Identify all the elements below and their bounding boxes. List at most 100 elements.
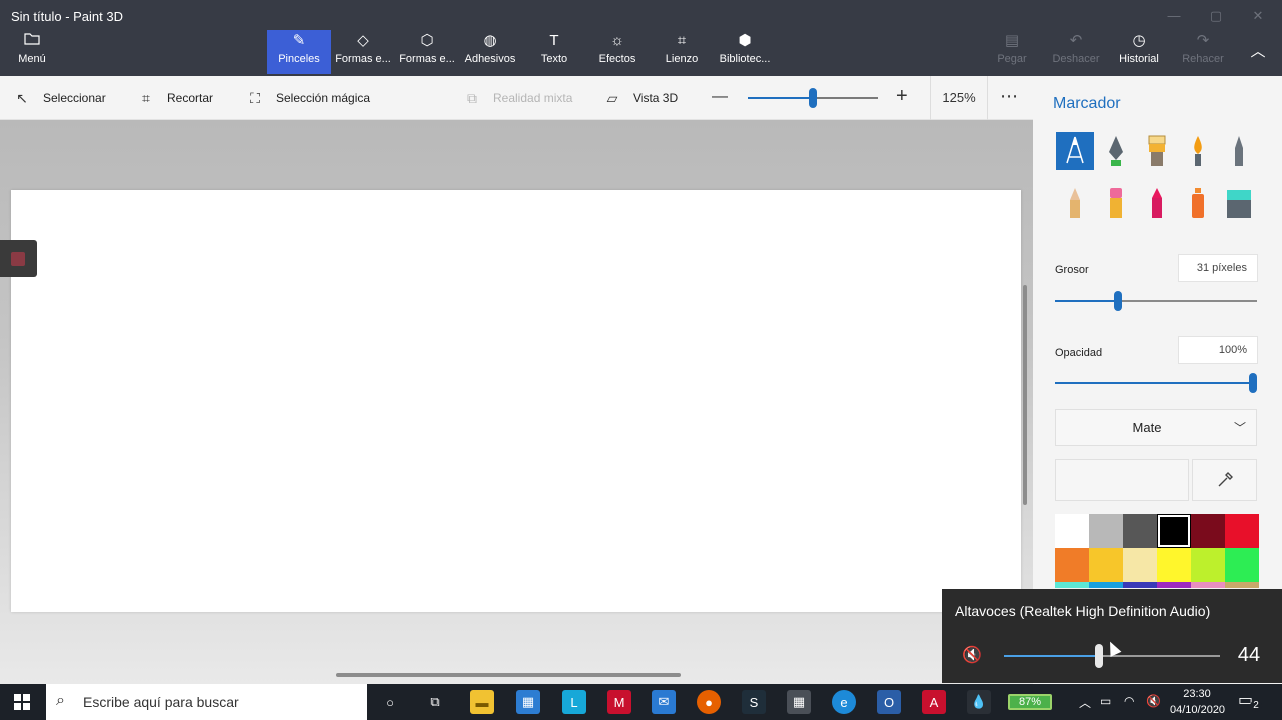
task-view-icon[interactable]: ⧉: [423, 690, 447, 714]
zoom-slider-thumb[interactable]: [809, 88, 817, 108]
color-swatch[interactable]: [1191, 514, 1225, 548]
vertical-scrollbar[interactable]: [1023, 285, 1027, 505]
firefox-icon[interactable]: ●: [697, 690, 721, 714]
select-button[interactable]: ↖ Seleccionar: [13, 76, 106, 120]
panel-title: Marcador: [1053, 95, 1121, 112]
chevron-up-icon[interactable]: ︿: [1079, 694, 1091, 711]
view-3d-button[interactable]: ▱ Vista 3D: [603, 76, 679, 120]
zoom-out-icon[interactable]: —: [712, 88, 728, 106]
tab-effects[interactable]: ☼ Efectos: [591, 30, 643, 74]
color-swatch[interactable]: [1055, 582, 1089, 588]
tab-3d-shapes[interactable]: ⬡ Formas e...: [397, 30, 457, 74]
marker-brush[interactable]: [1056, 132, 1094, 170]
thickness-slider[interactable]: [1055, 291, 1257, 311]
maximize-icon[interactable]: ▢: [1206, 6, 1226, 26]
minimize-icon[interactable]: —: [1164, 6, 1184, 26]
horizontal-scrollbar[interactable]: [336, 673, 681, 677]
battery-icon[interactable]: ▭: [1100, 694, 1111, 708]
mixed-reality-button[interactable]: ⧉ Realidad mixta: [463, 76, 572, 120]
battery-indicator[interactable]: 87%: [1008, 694, 1052, 710]
clock[interactable]: 23:30 04/10/2020: [1170, 686, 1225, 718]
selected-color-preview[interactable]: [1055, 459, 1189, 501]
color-swatch[interactable]: [1157, 548, 1191, 582]
acrobat-icon[interactable]: A: [922, 690, 946, 714]
color-swatch[interactable]: [1225, 514, 1259, 548]
tab-stickers[interactable]: ◍ Adhesivos: [460, 30, 520, 74]
oil-brush[interactable]: [1138, 132, 1176, 170]
watercolor-brush[interactable]: [1179, 132, 1217, 170]
outlook-icon[interactable]: O: [877, 690, 901, 714]
color-swatch[interactable]: [1157, 582, 1191, 588]
tab-2d-shapes[interactable]: ◇ Formas e...: [333, 30, 393, 74]
color-swatch[interactable]: [1055, 514, 1089, 548]
drawing-canvas[interactable]: [11, 190, 1021, 612]
mcafee-icon[interactable]: M: [607, 690, 631, 714]
color-swatch[interactable]: [1089, 548, 1123, 582]
close-icon[interactable]: ✕: [1248, 6, 1268, 26]
color-swatch[interactable]: [1089, 582, 1123, 588]
pixel-pen-brush[interactable]: [1220, 132, 1258, 170]
color-swatch[interactable]: [1157, 514, 1191, 548]
color-swatch-floating[interactable]: [0, 240, 37, 277]
start-button[interactable]: [0, 684, 44, 720]
file-explorer-icon[interactable]: ▬: [470, 690, 494, 714]
undo-button[interactable]: ↶ Deshacer: [1048, 30, 1104, 74]
wifi-icon[interactable]: ◠: [1124, 694, 1134, 708]
color-swatch[interactable]: [1191, 548, 1225, 582]
color-swatch[interactable]: [1123, 514, 1157, 548]
magic-select-button[interactable]: ⛶ Selección mágica: [246, 76, 370, 120]
calligraphy-pen-brush[interactable]: [1097, 132, 1135, 170]
thickness-input[interactable]: 31 píxeles: [1178, 254, 1258, 282]
opacity-slider[interactable]: [1055, 373, 1257, 393]
color-swatch[interactable]: [1191, 582, 1225, 588]
tab-3d-library[interactable]: ⬢ Bibliotec...: [716, 30, 774, 74]
history-button[interactable]: ◷ Historial: [1113, 30, 1165, 74]
eraser-brush[interactable]: [1097, 184, 1135, 222]
fill-brush[interactable]: [1220, 184, 1258, 222]
zoom-percent[interactable]: 125%: [930, 76, 988, 120]
color-swatch[interactable]: [1089, 514, 1123, 548]
color-swatch[interactable]: [1055, 548, 1089, 582]
opacity-slider-thumb[interactable]: [1249, 373, 1257, 393]
mail-icon[interactable]: ✉: [652, 690, 676, 714]
zoom-in-icon[interactable]: +: [896, 85, 908, 108]
eyedropper-button[interactable]: [1192, 459, 1257, 501]
store-icon[interactable]: ▦: [516, 690, 540, 714]
cursor-select-icon: ↖: [16, 89, 28, 106]
tab-canvas[interactable]: ⌗ Lienzo: [656, 30, 708, 74]
3d-shapes-icon: ⬡: [420, 32, 434, 49]
volume-slider-thumb[interactable]: [1095, 644, 1104, 668]
tab-brushes[interactable]: ✎ Pinceles: [267, 30, 331, 74]
crayon-brush[interactable]: [1138, 184, 1176, 222]
app-s-icon[interactable]: S: [742, 690, 766, 714]
color-swatch[interactable]: [1225, 582, 1259, 588]
thickness-slider-thumb[interactable]: [1113, 291, 1122, 311]
color-swatch[interactable]: [1225, 548, 1259, 582]
speaker-mute-icon[interactable]: 🔇: [962, 645, 982, 665]
tab-text[interactable]: T Texto: [528, 30, 580, 74]
color-swatch[interactable]: [1123, 548, 1157, 582]
edge-icon[interactable]: e: [832, 690, 856, 714]
redo-icon: ↷: [1196, 32, 1210, 49]
finish-dropdown[interactable]: Mate ﹀: [1055, 409, 1257, 446]
collapse-ribbon-button[interactable]: ︿: [1244, 30, 1272, 74]
menu-button[interactable]: Menú: [8, 30, 56, 74]
calculator-icon[interactable]: ▦: [787, 690, 811, 714]
fill-bucket-icon: [1227, 190, 1251, 218]
crop-button[interactable]: ⌗ Recortar: [137, 76, 213, 120]
spray-can-brush[interactable]: [1179, 184, 1217, 222]
pencil-brush[interactable]: [1056, 184, 1094, 222]
more-options-icon[interactable]: ⋯: [1000, 86, 1018, 107]
opacity-input[interactable]: 100%: [1178, 336, 1258, 364]
redo-button[interactable]: ↷ Rehacer: [1177, 30, 1229, 74]
paste-button[interactable]: ▤ Pegar: [988, 30, 1036, 74]
volume-muted-icon[interactable]: 🔇: [1146, 694, 1161, 708]
app-l-icon[interactable]: L: [562, 690, 586, 714]
cortana-icon[interactable]: ○: [378, 690, 402, 714]
zoom-slider[interactable]: [748, 88, 878, 108]
canvas-icon: ⌗: [677, 32, 687, 49]
taskbar-search[interactable]: ⌕ Escribe aquí para buscar: [46, 684, 367, 720]
color-swatch[interactable]: [1123, 582, 1157, 588]
paint-3d-icon[interactable]: 💧: [967, 690, 991, 714]
calligraphy-pen-icon: [1109, 136, 1123, 166]
